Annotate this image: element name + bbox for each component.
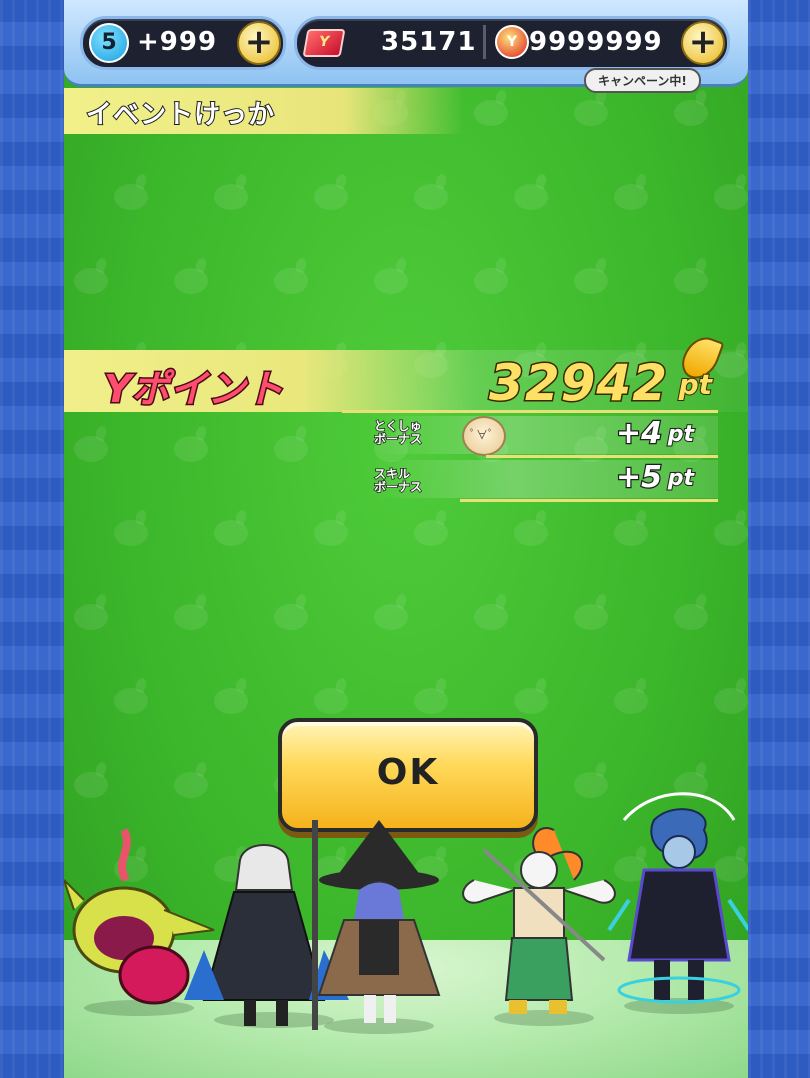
pattern-blob — [474, 268, 508, 294]
tiger-warrior-character — [462, 827, 616, 1014]
pattern-blob — [474, 604, 508, 630]
energy-drop-icon: 5 — [89, 23, 129, 63]
pattern-blob — [274, 436, 308, 462]
add-currency-button[interactable]: + — [681, 21, 725, 65]
pattern-blob — [414, 184, 448, 210]
bonus-value: +5 — [615, 459, 664, 497]
ok-button-label: OK — [376, 752, 440, 793]
bonus-label: とくしゅ ボーナス — [373, 419, 423, 447]
bonus-label: スキル ボーナス — [373, 467, 423, 495]
campaign-badge[interactable]: キャンペーン中! — [584, 68, 701, 93]
pattern-blob — [74, 772, 108, 798]
y-coin-icon: Y — [495, 25, 529, 59]
points-value: 32942 — [488, 353, 669, 414]
pattern-blob — [474, 100, 508, 126]
bonus-unit: pt — [667, 465, 695, 492]
bonus-value: +4 — [615, 415, 664, 453]
pattern-blob — [674, 100, 708, 126]
blue-spirit-character — [607, 792, 748, 1004]
currency2-value: 9999999 — [529, 27, 663, 57]
pattern-blob — [614, 184, 648, 210]
pattern-blob — [74, 268, 108, 294]
pattern-blob — [574, 100, 608, 126]
right-side-border — [748, 0, 810, 1078]
pattern-blob — [114, 184, 148, 210]
pattern-blob — [414, 688, 448, 714]
witch-character — [312, 820, 441, 1030]
currency1-value: 35171 — [381, 27, 477, 57]
points-strip: Yポイント 32942 pt — [64, 331, 748, 414]
points-unit: pt — [678, 367, 713, 402]
pattern-blob — [74, 436, 108, 462]
pattern-blob — [274, 604, 308, 630]
pattern-blob — [674, 604, 708, 630]
pattern-blob — [574, 268, 608, 294]
ticket-card-icon: Y — [302, 29, 346, 57]
pattern-blob — [174, 436, 208, 462]
left-side-border — [0, 0, 64, 1078]
pattern-blob — [174, 772, 208, 798]
energy-pill: 5 +999 + — [80, 16, 286, 70]
ok-button[interactable]: OK — [278, 718, 538, 832]
pattern-blob — [174, 268, 208, 294]
pattern-blob — [514, 688, 548, 714]
pattern-blob — [374, 268, 408, 294]
pattern-blob — [574, 772, 608, 798]
pattern-blob — [114, 688, 148, 714]
points-label: Yポイント — [103, 366, 286, 413]
page-title: イベントけっか — [85, 99, 276, 131]
pattern-blob — [714, 184, 748, 210]
pattern-blob — [114, 520, 148, 546]
top-resource-bar: 5 +999 + Y 35171 Y 9999999 + キャンペーン中! — [64, 0, 748, 93]
pattern-blob — [314, 520, 348, 546]
game-stage: 5 +999 + Y 35171 Y 9999999 + キャンペーン中! イベ… — [64, 0, 748, 1078]
pattern-blob — [614, 688, 648, 714]
pattern-blob — [214, 184, 248, 210]
pattern-blob — [714, 688, 748, 714]
pattern-blob — [414, 520, 448, 546]
skill-bonus-row: スキル ボーナス +5 pt — [373, 459, 718, 502]
energy-value: +999 — [137, 27, 218, 57]
bonus-unit: pt — [667, 421, 695, 448]
character-face-icon — [462, 416, 506, 456]
pattern-blob — [614, 520, 648, 546]
pattern-blob — [574, 604, 608, 630]
header-strip: イベントけっか — [64, 88, 464, 134]
pattern-blob — [514, 520, 548, 546]
pattern-blob — [74, 604, 108, 630]
pattern-blob — [514, 184, 548, 210]
pattern-blob — [274, 268, 308, 294]
pattern-blob — [674, 268, 708, 294]
pattern-blob — [214, 520, 248, 546]
pattern-blob — [714, 520, 748, 546]
currency-pill: Y 35171 Y 9999999 + — [294, 16, 730, 70]
points-underline — [342, 410, 718, 413]
special-bonus-row: とくしゅ ボーナス +4 pt — [373, 415, 718, 458]
energy-count: 5 — [101, 30, 117, 55]
currency-divider — [483, 25, 486, 59]
pattern-blob — [214, 688, 248, 714]
pattern-blob — [374, 604, 408, 630]
pattern-blob — [174, 604, 208, 630]
pattern-blob — [314, 688, 348, 714]
pattern-blob — [314, 184, 348, 210]
add-energy-button[interactable]: + — [237, 21, 281, 65]
